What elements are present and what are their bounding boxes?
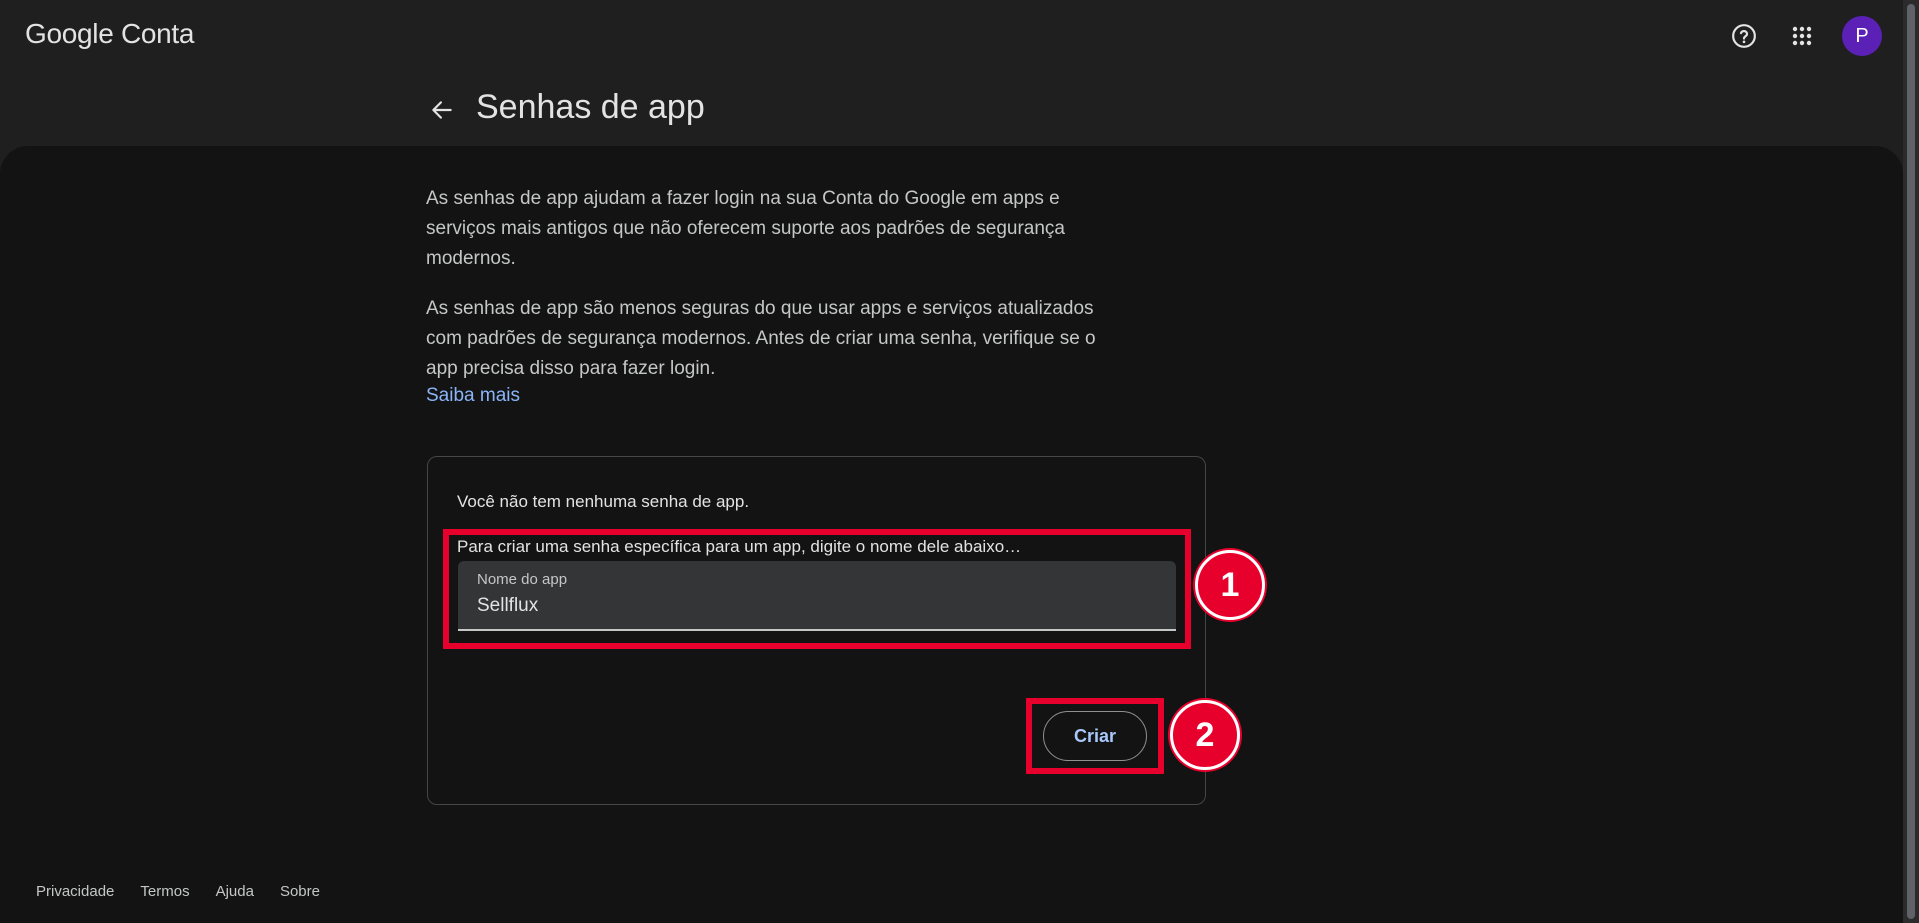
footer-link-privacy[interactable]: Privacidade xyxy=(36,883,114,900)
footer-link-terms[interactable]: Termos xyxy=(140,883,189,900)
step-badge-1: 1 xyxy=(1195,550,1265,620)
top-bar: Google Conta P xyxy=(0,0,1903,72)
apps-grid-icon[interactable] xyxy=(1782,16,1822,56)
highlight-box-1 xyxy=(443,529,1191,649)
help-circle-icon[interactable] xyxy=(1724,16,1764,56)
avatar[interactable]: P xyxy=(1842,16,1882,56)
footer-link-about[interactable]: Sobre xyxy=(280,883,320,900)
no-passwords-text: Você não tem nenhuma senha de app. xyxy=(457,492,750,511)
scrollbar-thumb[interactable] xyxy=(1907,4,1915,919)
scrollbar[interactable] xyxy=(1903,0,1919,923)
learn-more-link[interactable]: Saiba mais xyxy=(426,385,520,407)
create-button[interactable]: Criar xyxy=(1043,711,1147,761)
page-title: Senhas de app xyxy=(476,88,705,126)
google-account-logo[interactable]: Google Conta xyxy=(25,18,194,50)
intro-paragraph-1: As senhas de app ajudam a fazer login na… xyxy=(426,188,1065,269)
step-badge-2: 2 xyxy=(1170,700,1240,770)
footer-link-help[interactable]: Ajuda xyxy=(216,883,254,900)
arrow-left-icon[interactable] xyxy=(426,94,458,126)
footer: Privacidade Termos Ajuda Sobre xyxy=(36,883,320,900)
intro-paragraph-2: As senhas de app são menos seguras do qu… xyxy=(426,298,1096,379)
